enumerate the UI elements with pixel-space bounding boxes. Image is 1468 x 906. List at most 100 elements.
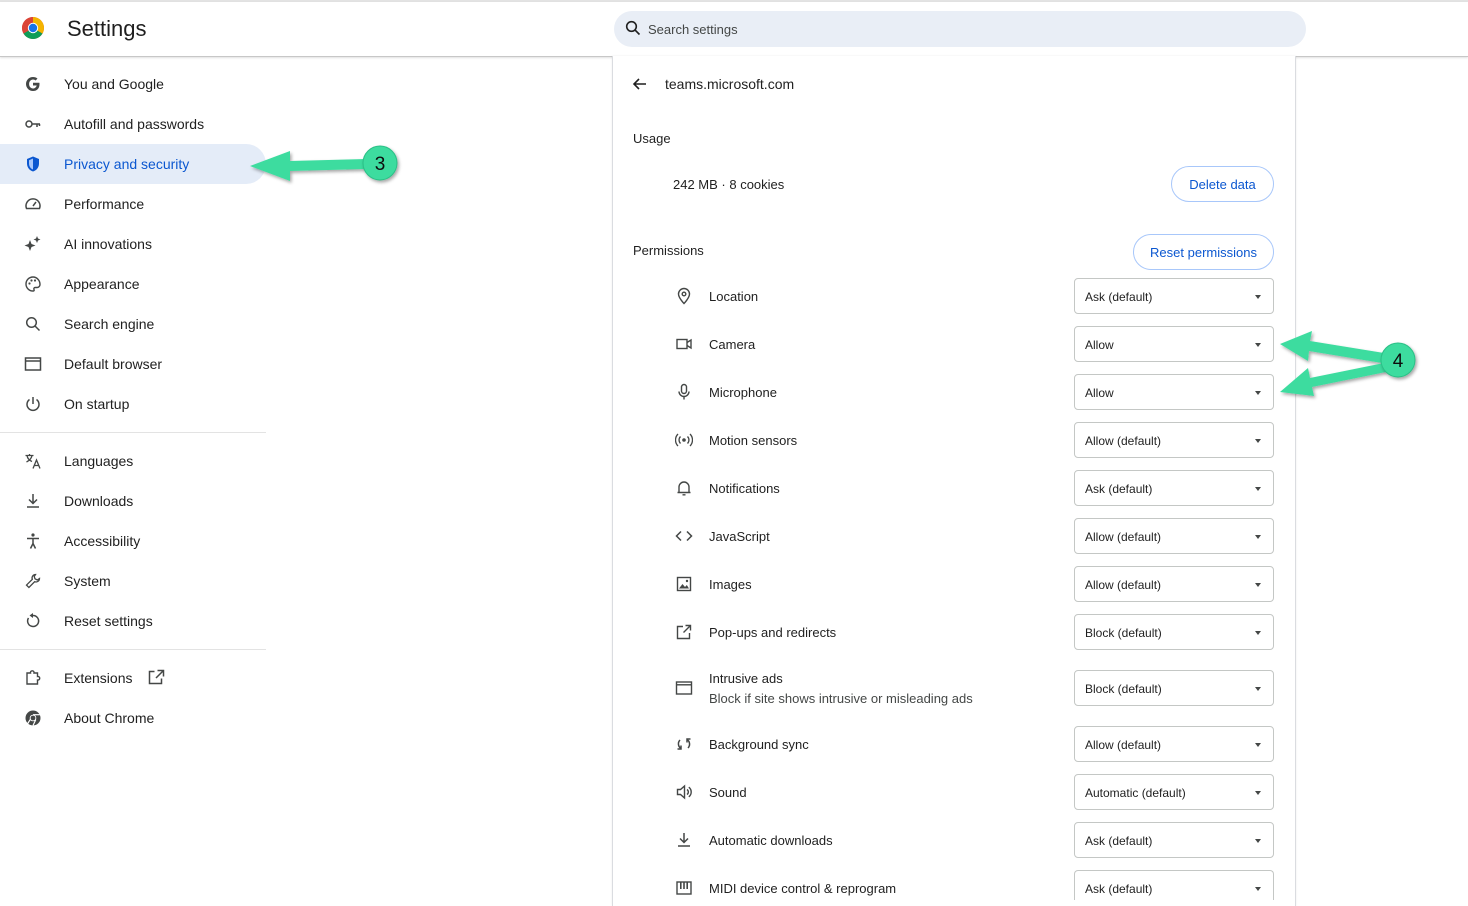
microphone-icon xyxy=(678,383,690,400)
permission-row-notifications: Notifications Ask (default) xyxy=(613,470,1295,506)
site-title: teams.microsoft.com xyxy=(665,76,795,92)
search-icon xyxy=(25,316,41,332)
sidebar-item-label: On startup xyxy=(64,396,130,412)
permission-select[interactable]: Allow (default) xyxy=(1074,518,1274,554)
select-value: Allow (default) xyxy=(1085,530,1162,544)
sidebar-divider xyxy=(0,649,266,650)
sidebar-item-label: About Chrome xyxy=(64,710,155,726)
caret-down-icon xyxy=(1255,687,1261,691)
shield-icon xyxy=(27,156,39,172)
sidebar-item-about-chrome[interactable]: About Chrome xyxy=(0,698,266,738)
select-value: Allow (default) xyxy=(1085,434,1162,448)
permission-select[interactable]: Allow xyxy=(1074,326,1274,362)
speaker-icon xyxy=(676,784,692,800)
permission-description: Block if site shows intrusive or mislead… xyxy=(709,691,973,706)
permission-row-javascript: JavaScript Allow (default) xyxy=(613,518,1295,554)
permission-select[interactable]: Ask (default) xyxy=(1074,278,1274,314)
sidebar-item-appearance[interactable]: Appearance xyxy=(0,264,266,304)
search-box[interactable] xyxy=(614,11,1306,47)
caret-down-icon xyxy=(1255,295,1261,299)
permission-name: Notifications xyxy=(709,481,780,496)
permission-select[interactable]: Automatic (default) xyxy=(1074,774,1274,810)
permission-select[interactable]: Ask (default) xyxy=(1074,470,1274,506)
permission-name: Location xyxy=(709,289,759,304)
permission-select[interactable]: Block (default) xyxy=(1074,670,1274,706)
caret-down-icon xyxy=(1255,343,1261,347)
open-external-icon xyxy=(148,669,165,685)
code-icon xyxy=(675,530,693,542)
permission-select[interactable]: Allow xyxy=(1074,374,1274,410)
delete-data-button[interactable]: Delete data xyxy=(1171,166,1274,202)
caret-down-icon xyxy=(1255,583,1261,587)
search-input[interactable] xyxy=(648,11,1288,47)
location-pin-icon xyxy=(677,287,691,305)
permission-name: Pop-ups and redirects xyxy=(709,625,837,640)
select-value: Allow xyxy=(1085,338,1114,352)
sidebar-item-label: Privacy and security xyxy=(64,156,190,172)
motion-sensor-icon xyxy=(675,433,693,447)
piano-icon xyxy=(676,881,692,895)
caret-down-icon xyxy=(1255,839,1261,843)
permission-row-images: Images Allow (default) xyxy=(613,566,1295,602)
back-arrow-icon[interactable] xyxy=(631,75,649,93)
select-value: Ask (default) xyxy=(1085,834,1153,848)
bell-icon xyxy=(677,481,691,496)
select-value: Block (default) xyxy=(1085,682,1162,696)
sidebar-item-you-and-google[interactable]: You and Google xyxy=(0,64,266,104)
camera-icon xyxy=(676,338,692,350)
sidebar-item-label: Accessibility xyxy=(64,533,141,549)
sidebar-item-label: Performance xyxy=(64,196,145,212)
sidebar-item-default-browser[interactable]: Default browser xyxy=(0,344,266,384)
sidebar-item-extensions[interactable]: Extensions xyxy=(0,658,266,698)
annotation-arrow-3 xyxy=(250,151,366,181)
annotation-badge-4: 4 xyxy=(1380,342,1416,378)
sidebar-item-label: Search engine xyxy=(64,316,155,332)
sidebar-item-languages[interactable]: Languages xyxy=(0,441,266,481)
permission-name: JavaScript xyxy=(709,529,770,544)
sidebar-divider xyxy=(0,432,266,433)
sidebar-item-search-engine[interactable]: Search engine xyxy=(0,304,266,344)
permission-select[interactable]: Allow (default) xyxy=(1074,726,1274,762)
select-value: Automatic (default) xyxy=(1085,786,1186,800)
permission-select[interactable]: Allow (default) xyxy=(1074,422,1274,458)
permission-select[interactable]: Block (default) xyxy=(1074,614,1274,650)
permission-name: Microphone xyxy=(709,385,777,400)
permission-select[interactable]: Ask (default) xyxy=(1074,870,1274,900)
sparkle-icon xyxy=(24,236,41,251)
usage-summary: 242 MB · 8 cookies xyxy=(673,177,785,192)
sidebar-item-ai-innovations[interactable]: AI innovations xyxy=(0,224,266,264)
caret-down-icon xyxy=(1255,439,1261,443)
site-settings-card: teams.microsoft.com Usage 242 MB · 8 coo… xyxy=(612,56,1296,906)
select-value: Ask (default) xyxy=(1085,882,1153,896)
sidebar-item-label: Languages xyxy=(64,453,134,469)
reset-permissions-button[interactable]: Reset permissions xyxy=(1133,234,1274,270)
select-value: Allow xyxy=(1085,386,1114,400)
sidebar-item-accessibility[interactable]: Accessibility xyxy=(0,521,266,561)
chrome-logo-icon xyxy=(22,17,44,39)
permission-row-motion-sensors: Motion sensors Allow (default) xyxy=(613,422,1295,458)
usage-heading: Usage xyxy=(633,131,671,146)
sidebar-item-on-startup[interactable]: On startup xyxy=(0,384,266,424)
sidebar-item-autofill[interactable]: Autofill and passwords xyxy=(0,104,266,144)
palette-icon xyxy=(25,276,41,292)
page-title: Settings xyxy=(67,16,147,41)
sidebar-item-privacy-security[interactable]: Privacy and security xyxy=(0,144,266,184)
permission-name: Automatic downloads xyxy=(709,833,833,848)
annotation-number-3: 3 xyxy=(375,154,386,175)
image-icon xyxy=(676,576,692,592)
sidebar-item-label: Extensions xyxy=(64,670,133,686)
power-icon xyxy=(26,397,40,412)
permission-name: MIDI device control & reprogram xyxy=(709,881,897,896)
caret-down-icon xyxy=(1255,535,1261,539)
sidebar-item-label: You and Google xyxy=(64,76,164,92)
sidebar-item-downloads[interactable]: Downloads xyxy=(0,481,266,521)
sidebar-item-system[interactable]: System xyxy=(0,561,266,601)
permission-select[interactable]: Ask (default) xyxy=(1074,822,1274,858)
permission-name: Camera xyxy=(709,337,756,352)
open-external-icon xyxy=(676,624,692,640)
caret-down-icon xyxy=(1255,887,1261,891)
permission-select[interactable]: Allow (default) xyxy=(1074,566,1274,602)
permission-row-intrusive-ads: Intrusive ads Block if site shows intrus… xyxy=(613,670,1295,706)
sidebar-item-reset-settings[interactable]: Reset settings xyxy=(0,601,266,641)
sidebar-item-performance[interactable]: Performance xyxy=(0,184,266,224)
